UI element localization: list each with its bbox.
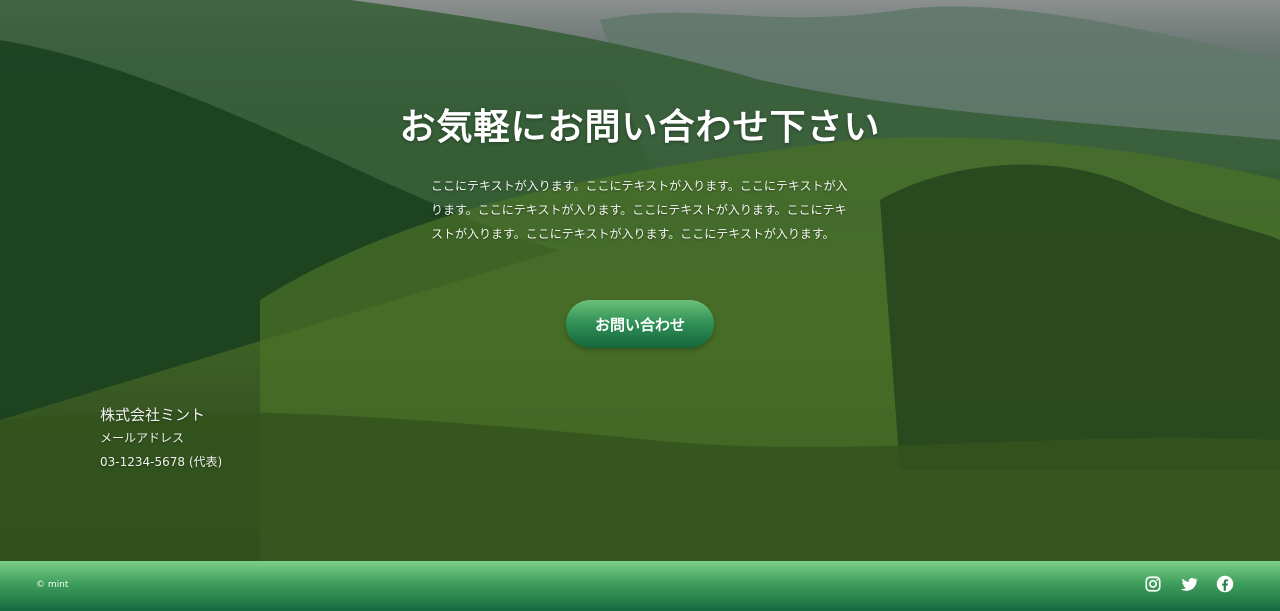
page-title: お気軽にお問い合わせ下さい bbox=[399, 107, 881, 148]
social-links bbox=[1144, 575, 1236, 595]
hero-section: お気軽にお問い合わせ下さい ここにテキストが入ります。ここにテキストが入ります。… bbox=[0, 0, 1280, 561]
site-footer: © mint bbox=[0, 561, 1280, 611]
phone-number: 03-1234-5678 (代表) bbox=[100, 455, 223, 469]
company-name: 株式会社ミント bbox=[100, 406, 206, 424]
contact-button[interactable]: お問い合わせ bbox=[566, 300, 714, 348]
company-info: 株式会社ミント メールアドレス 03-1234-5678 (代表) bbox=[100, 404, 222, 474]
copyright-text: © mint bbox=[36, 580, 69, 590]
instagram-icon[interactable] bbox=[1144, 575, 1164, 595]
twitter-icon[interactable] bbox=[1180, 575, 1200, 595]
email-label: メールアドレス bbox=[100, 431, 185, 445]
background-overlay bbox=[0, 0, 1280, 561]
lead-text: ここにテキストが入ります。ここにテキストが入ります。ここにテキストが入ります。こ… bbox=[431, 179, 848, 241]
facebook-icon[interactable] bbox=[1216, 575, 1236, 595]
